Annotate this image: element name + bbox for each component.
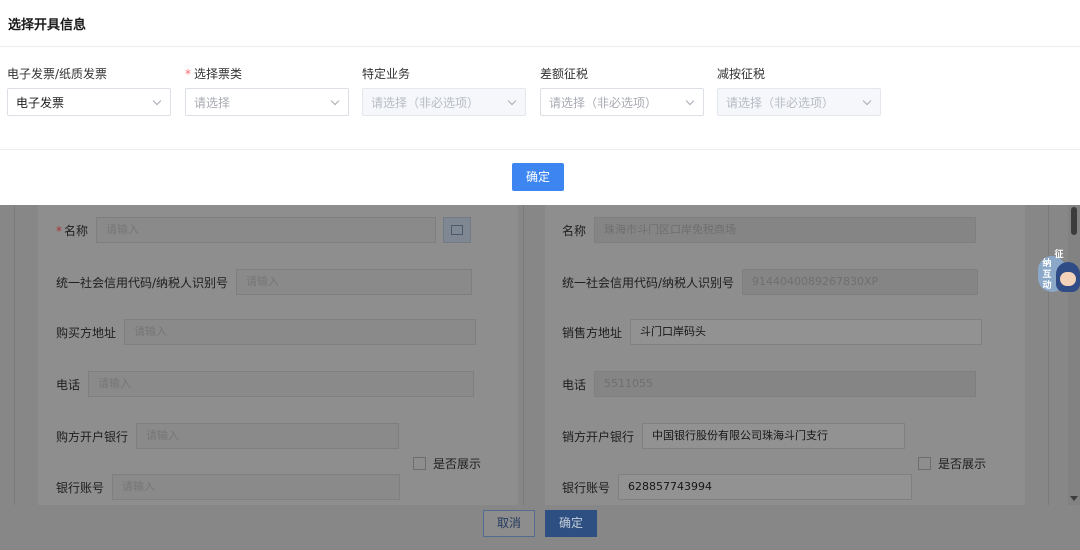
seller-name-label: 名称 <box>562 223 587 238</box>
cancel-button[interactable]: 取消 <box>482 510 535 537</box>
buyer-show-toggle[interactable]: 是否展示 <box>413 455 481 472</box>
seller-phone-row: 电话 5511055 <box>562 371 977 397</box>
invoice-type-label: * 选择票类 <box>185 67 243 81</box>
invoice-form-background: * 名称 请输入 统一社会信用代码/纳税人识别号 请输入 购买方地址 请输入 电话… <box>0 205 1080 550</box>
differential-tax-label: 差额征税 <box>540 67 589 81</box>
mascot-face-icon <box>1060 272 1076 286</box>
differential-tax-field: 差额征税 请选择（非必选项） <box>540 66 704 116</box>
buyer-taxid-label: 统一社会信用代码/纳税人识别号 <box>56 275 229 290</box>
select-issue-info-dialog: 选择开具信息 电子发票/纸质发票 电子发票 * 选择票类 请选择 特定业务 请选择… <box>0 0 1080 205</box>
invoice-type-field: * 选择票类 请选择 <box>185 66 349 116</box>
buyer-taxid-row: 统一社会信用代码/纳税人识别号 请输入 <box>56 269 473 295</box>
seller-taxid-row: 统一社会信用代码/纳税人识别号 9144040089267830XP <box>562 269 979 295</box>
seller-account-label: 银行账号 <box>562 480 611 495</box>
seller-phone-input[interactable]: 5511055 <box>594 371 977 397</box>
reduced-tax-placeholder: 请选择（非必选项） <box>726 95 835 110</box>
seller-name-input[interactable]: 珠海市斗门区口岸免税商场 <box>594 217 977 243</box>
invoice-medium-value: 电子发票 <box>16 95 65 110</box>
form-footer: 取消 确定 <box>0 510 1080 537</box>
invoice-type-select[interactable]: 请选择 <box>185 88 349 116</box>
footer-divider <box>0 149 1080 150</box>
seller-address-input[interactable]: 斗门口岸码头 <box>630 319 983 345</box>
mascot-char: 征 <box>1054 250 1064 260</box>
title-divider <box>0 46 1080 47</box>
buyer-phone-row: 电话 请输入 <box>56 371 475 397</box>
buyer-lookup-button[interactable] <box>443 217 472 243</box>
invoice-medium-select[interactable]: 电子发票 <box>7 88 171 116</box>
lookup-icon <box>451 225 464 235</box>
mascot-char: 纳 <box>1042 259 1052 269</box>
mascot-char: 动 <box>1042 281 1052 291</box>
form-border-left <box>14 205 15 505</box>
buyer-bank-label: 购方开户银行 <box>56 429 129 444</box>
reduced-tax-field: 减按征税 请选择（非必选项） <box>717 66 881 116</box>
differential-tax-select[interactable]: 请选择（非必选项） <box>540 88 704 116</box>
invoice-medium-field: 电子发票/纸质发票 电子发票 <box>7 66 171 116</box>
seller-bank-row: 销方开户银行 中国银行股份有限公司珠海斗门支行 <box>562 423 906 449</box>
seller-bank-label: 销方开户银行 <box>562 429 635 444</box>
reduced-tax-select[interactable]: 请选择（非必选项） <box>717 88 881 116</box>
invoice-medium-label: 电子发票/纸质发票 <box>7 67 108 81</box>
specific-business-label: 特定业务 <box>362 67 411 81</box>
seller-bank-input[interactable]: 中国银行股份有限公司珠海斗门支行 <box>642 423 906 449</box>
seller-taxid-label: 统一社会信用代码/纳税人识别号 <box>562 275 735 290</box>
seller-name-row: 名称 珠海市斗门区口岸免税商场 <box>562 217 977 243</box>
chevron-down-icon <box>330 96 340 105</box>
buyer-address-label: 购买方地址 <box>56 325 117 340</box>
buyer-show-checkbox[interactable] <box>413 457 426 470</box>
seller-show-checkbox[interactable] <box>918 457 931 470</box>
seller-show-toggle[interactable]: 是否展示 <box>918 455 986 472</box>
buyer-phone-input[interactable]: 请输入 <box>88 371 475 397</box>
buyer-name-input[interactable]: 请输入 <box>96 217 437 243</box>
invoice-type-placeholder: 请选择 <box>194 95 231 110</box>
seller-address-label: 销售方地址 <box>562 325 623 340</box>
buyer-address-row: 购买方地址 请输入 <box>56 319 477 345</box>
seller-show-label: 是否展示 <box>938 457 987 471</box>
differential-tax-placeholder: 请选择（非必选项） <box>549 95 658 110</box>
buyer-bank-input[interactable]: 请输入 <box>136 423 400 449</box>
seller-taxid-input[interactable]: 9144040089267830XP <box>742 269 979 295</box>
scrollbar-thumb[interactable] <box>1071 207 1077 235</box>
form-confirm-button[interactable]: 确定 <box>545 510 598 537</box>
seller-address-row: 销售方地址 斗门口岸码头 <box>562 319 983 345</box>
mascot-char: 互 <box>1042 270 1052 280</box>
buyer-show-label: 是否展示 <box>433 457 482 471</box>
chevron-down-icon <box>862 96 872 105</box>
specific-business-field: 特定业务 请选择（非必选项） <box>362 66 526 116</box>
chevron-down-icon <box>507 96 517 105</box>
buyer-name-row: * 名称 请输入 <box>56 217 472 243</box>
reduced-tax-label: 减按征税 <box>717 67 766 81</box>
buyer-phone-label: 电话 <box>56 377 81 392</box>
buyer-bank-row: 购方开户银行 请输入 <box>56 423 400 449</box>
seller-account-input[interactable]: 628857743994 <box>618 474 913 500</box>
buyer-account-row: 银行账号 请输入 <box>56 474 401 500</box>
specific-business-placeholder: 请选择（非必选项） <box>371 95 480 110</box>
buyer-name-label: * 名称 <box>56 223 89 238</box>
scroll-down-icon[interactable] <box>1070 496 1078 501</box>
panel-divider <box>523 205 524 505</box>
buyer-taxid-input[interactable]: 请输入 <box>236 269 473 295</box>
dialog-title: 选择开具信息 <box>8 18 87 33</box>
interaction-mascot[interactable]: 征 纳 互 动 <box>1038 250 1080 298</box>
chevron-down-icon <box>152 96 162 105</box>
seller-account-row: 银行账号 628857743994 <box>562 474 913 500</box>
chevron-down-icon <box>685 96 695 105</box>
buyer-account-input[interactable]: 请输入 <box>112 474 401 500</box>
buyer-account-label: 银行账号 <box>56 480 105 495</box>
specific-business-select[interactable]: 请选择（非必选项） <box>362 88 526 116</box>
confirm-button[interactable]: 确定 <box>512 163 564 191</box>
seller-phone-label: 电话 <box>562 377 587 392</box>
buyer-address-input[interactable]: 请输入 <box>124 319 477 345</box>
